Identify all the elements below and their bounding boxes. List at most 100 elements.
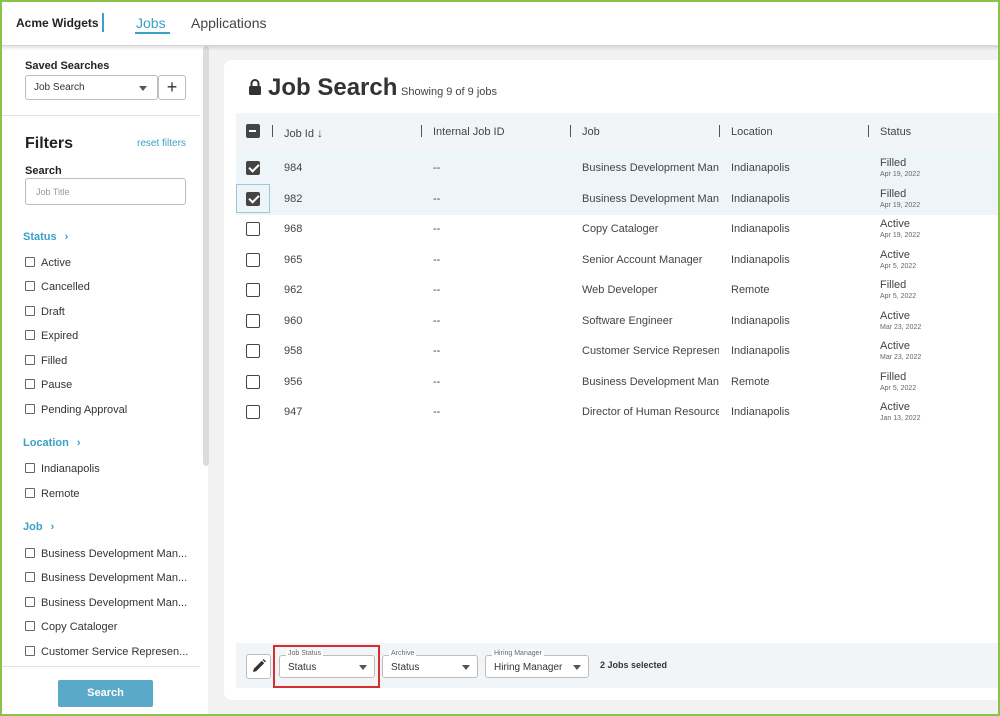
cell-job[interactable]: Customer Service Representative: [582, 345, 719, 357]
cell-internal-id: --: [433, 162, 441, 174]
location-section-toggle[interactable]: Location ›: [23, 437, 81, 449]
column-header-location[interactable]: Location: [731, 126, 773, 138]
row-checkbox[interactable]: [246, 375, 260, 389]
option-label: Remote: [41, 488, 80, 500]
row-checkbox[interactable]: [246, 405, 260, 419]
tab-applications[interactable]: Applications: [191, 15, 267, 31]
search-button[interactable]: Search: [58, 680, 153, 707]
checkbox[interactable]: [25, 621, 35, 631]
filter-status-draft[interactable]: Draft: [25, 306, 190, 318]
saved-search-select[interactable]: Job Search: [25, 75, 158, 100]
hiring-manager-value: Hiring Manager: [494, 662, 563, 673]
edit-button[interactable]: [246, 654, 271, 679]
cell-job-id[interactable]: 960: [284, 315, 302, 327]
add-saved-search-button[interactable]: +: [158, 75, 186, 100]
hiring-manager-select[interactable]: Hiring Manager Hiring Manager: [485, 650, 589, 678]
row-checkbox[interactable]: [246, 314, 260, 328]
saved-searches-label: Saved Searches: [25, 60, 110, 72]
cell-job[interactable]: Web Developer: [582, 284, 719, 296]
archive-select[interactable]: Archive Status: [382, 650, 478, 678]
cell-job-id[interactable]: 947: [284, 406, 302, 418]
row-checkbox[interactable]: [246, 253, 260, 267]
cell-job-id[interactable]: 968: [284, 223, 302, 235]
column-header-job-id[interactable]: Job Id ↓: [284, 126, 323, 140]
row-checkbox[interactable]: [246, 161, 260, 175]
cell-job[interactable]: Copy Cataloger: [582, 223, 719, 235]
filter-job-option[interactable]: Customer Service Represen...: [25, 646, 190, 658]
cell-job[interactable]: Senior Account Manager: [582, 254, 719, 266]
checkbox[interactable]: [25, 548, 35, 558]
cell-job[interactable]: Business Development Manager: [582, 162, 719, 174]
cell-job-id[interactable]: 956: [284, 376, 302, 388]
checkbox[interactable]: [25, 355, 35, 365]
cell-status: Filled: [880, 371, 907, 383]
checkbox[interactable]: [25, 404, 35, 414]
cell-status-date: Apr 19, 2022: [880, 171, 921, 178]
cell-status-date: Apr 19, 2022: [880, 202, 921, 209]
cell-location: Indianapolis: [731, 223, 790, 235]
cell-location: Indianapolis: [731, 254, 790, 266]
cell-job[interactable]: Business Development Manager: [582, 193, 719, 205]
filter-status-pause[interactable]: Pause: [25, 379, 190, 391]
checkbox[interactable]: [25, 488, 35, 498]
checkbox[interactable]: [25, 597, 35, 607]
cell-job-id[interactable]: 982: [284, 193, 302, 205]
cell-status-date: Apr 5, 2022: [880, 385, 917, 392]
job-title-search-input[interactable]: Job Title: [25, 178, 186, 205]
option-label: Customer Service Represen...: [41, 646, 189, 658]
checkbox[interactable]: [25, 572, 35, 582]
cell-internal-id: --: [433, 223, 441, 235]
cell-status: Active: [880, 340, 910, 352]
column-header-job[interactable]: Job: [582, 126, 600, 138]
filter-status-cancelled[interactable]: Cancelled: [25, 281, 190, 293]
chevron-right-icon: ›: [50, 521, 55, 533]
status-section-toggle[interactable]: Status ›: [23, 231, 68, 243]
page-title: Job Search: [268, 74, 398, 101]
checkbox[interactable]: [25, 379, 35, 389]
filter-location-remote[interactable]: Remote: [25, 488, 190, 500]
column-header-internal-job-id[interactable]: Internal Job ID: [433, 126, 505, 138]
cell-job-id[interactable]: 984: [284, 162, 302, 174]
checkbox[interactable]: [25, 257, 35, 267]
cell-internal-id: --: [433, 254, 441, 266]
filter-job-option[interactable]: Business Development Man...: [25, 572, 190, 584]
checkbox[interactable]: [25, 281, 35, 291]
checkbox[interactable]: [25, 330, 35, 340]
filter-status-pending-approval[interactable]: Pending Approval: [25, 404, 190, 416]
filter-status-active[interactable]: Active: [25, 257, 190, 269]
cell-job-id[interactable]: 958: [284, 345, 302, 357]
cell-status: Active: [880, 218, 910, 230]
filter-status-filled[interactable]: Filled: [25, 355, 190, 367]
cell-job-id[interactable]: 962: [284, 284, 302, 296]
filter-job-option[interactable]: Copy Cataloger: [25, 621, 190, 633]
checkbox[interactable]: [25, 463, 35, 473]
reset-filters-link[interactable]: reset filters: [137, 138, 186, 149]
arrow-down-icon: ↓: [317, 126, 324, 140]
checkbox[interactable]: [25, 646, 35, 656]
cell-status: Active: [880, 310, 910, 322]
cell-job-id[interactable]: 965: [284, 254, 302, 266]
row-checkbox[interactable]: [246, 192, 260, 206]
lock-icon: [249, 79, 261, 95]
cell-job[interactable]: Business Development Manager: [582, 376, 719, 388]
row-checkbox[interactable]: [246, 344, 260, 358]
filter-job-option[interactable]: Business Development Man...: [25, 548, 190, 560]
tab-jobs[interactable]: Jobs: [136, 15, 166, 31]
filter-job-option[interactable]: Business Development Man...: [25, 597, 190, 609]
top-bar: Acme Widgets Jobs Applications: [0, 0, 1000, 46]
row-checkbox[interactable]: [246, 222, 260, 236]
checkbox[interactable]: [25, 306, 35, 316]
filter-status-expired[interactable]: Expired: [25, 330, 190, 342]
option-label: Indianapolis: [41, 463, 100, 475]
cell-job[interactable]: Software Engineer: [582, 315, 719, 327]
column-header-status[interactable]: Status: [880, 126, 911, 138]
select-all-checkbox[interactable]: [246, 124, 260, 138]
row-checkbox[interactable]: [246, 283, 260, 297]
job-section-toggle[interactable]: Job ›: [23, 521, 54, 533]
column-separator: [719, 125, 720, 137]
cell-status-date: Mar 23, 2022: [880, 324, 922, 331]
chevron-right-icon: ›: [64, 231, 69, 243]
filter-location-indianapolis[interactable]: Indianapolis: [25, 463, 190, 475]
sidebar-scrollbar[interactable]: [203, 46, 209, 466]
cell-job[interactable]: Director of Human Resources: [582, 406, 719, 418]
